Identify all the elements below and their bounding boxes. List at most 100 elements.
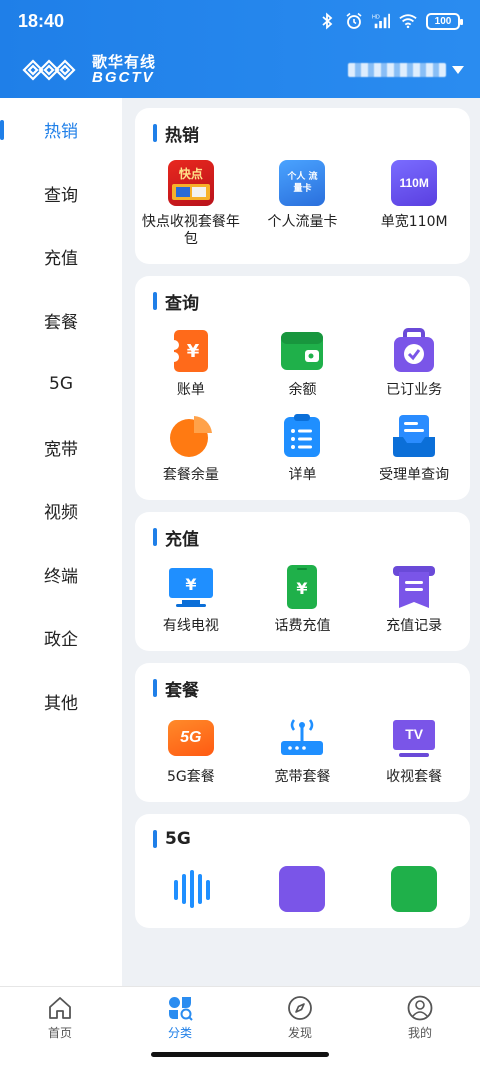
tv-yuan-icon: ¥	[168, 564, 214, 610]
tab-label: 发现	[287, 1026, 312, 1040]
signal-icon: HD	[372, 12, 390, 30]
service-label: 个人流量卡	[267, 214, 338, 230]
service-item[interactable]: 110M 单宽110M	[358, 160, 470, 248]
sidebar-item-video[interactable]: 视频	[0, 479, 122, 543]
service-item[interactable]: 快点 快点收视套餐年包	[135, 160, 247, 248]
section-card-package: 套餐 5G 5G套餐 宽带套餐 TV 收视套餐	[135, 663, 470, 802]
sidebar-item-5g[interactable]: 5G	[0, 352, 122, 416]
sidebar-item-label: 宽带	[44, 439, 78, 460]
service-label: 宽带套餐	[274, 769, 331, 785]
pie-chart-icon	[168, 413, 214, 459]
service-label: 快点收视套餐年包	[141, 214, 240, 247]
service-label: 账单	[176, 382, 205, 398]
service-item[interactable]: 受理单查询	[358, 413, 470, 484]
tab-home[interactable]: 首页	[0, 987, 120, 1066]
sidebar-item-label: 政企	[44, 630, 78, 651]
service-label: 话费充值	[274, 618, 331, 634]
compass-icon	[288, 996, 312, 1020]
subscribed-icon	[391, 328, 437, 374]
sidebar-item-package[interactable]: 套餐	[0, 289, 122, 353]
receipt-icon	[391, 564, 437, 610]
alarm-icon	[345, 12, 363, 30]
5g-icon: 5G	[167, 720, 214, 756]
service-label: 充值记录	[386, 618, 443, 634]
service-label: 余额	[288, 382, 317, 398]
section-title: 查询	[135, 290, 470, 314]
service-label: 套餐余量	[162, 467, 219, 483]
service-item[interactable]: 已订业务	[358, 328, 470, 399]
bluetooth-icon	[318, 12, 336, 30]
sidebar-item-other[interactable]: 其他	[0, 670, 122, 734]
sidebar-item-label: 套餐	[44, 312, 78, 333]
document-tray-icon	[391, 413, 437, 459]
purple-card-icon	[279, 866, 326, 912]
service-item[interactable]: 个人 流量卡 个人流量卡	[247, 160, 359, 248]
sidebar-item-label: 热销	[44, 122, 78, 143]
sidebar-item-recharge[interactable]: 充值	[0, 225, 122, 289]
service-item[interactable]	[135, 866, 247, 912]
tv-icon: TV	[391, 715, 437, 761]
sidebar-item-broadband[interactable]: 宽带	[0, 416, 122, 480]
green-card-icon	[391, 866, 438, 912]
category-content[interactable]: 热销 快点 快点收视套餐年包 个人 流量卡 个人流量卡 110M 单宽110M	[122, 98, 480, 986]
service-item[interactable]: ¥ 话费充值	[247, 564, 359, 635]
wallet-icon	[279, 328, 325, 374]
svg-text:¥: ¥	[185, 575, 196, 594]
section-title: 充值	[135, 526, 470, 550]
section-title: 5G	[135, 828, 470, 850]
status-bar: 18:40 HD 100	[0, 0, 480, 42]
data-card-icon: 个人 流量卡	[279, 160, 326, 206]
broadband-110m-icon: 110M	[391, 160, 438, 206]
sidebar-item-hot[interactable]: 热销	[0, 98, 122, 162]
service-label: 5G套餐	[166, 769, 215, 785]
sidebar-item-terminal[interactable]: 终端	[0, 543, 122, 607]
clipboard-list-icon	[279, 413, 325, 459]
service-label: 受理单查询	[379, 467, 450, 483]
status-time: 18:40	[18, 10, 65, 31]
chevron-down-icon	[452, 66, 464, 74]
service-item[interactable]	[358, 866, 470, 912]
service-item[interactable]: 5G 5G套餐	[135, 715, 247, 786]
tab-label: 我的	[407, 1026, 432, 1040]
battery-indicator: 100	[426, 12, 463, 30]
account-selector[interactable]	[348, 63, 464, 77]
sidebar-item-label: 视频	[44, 503, 78, 524]
home-icon	[49, 997, 71, 1019]
section-card-query: 查询 ¥ 账单 余额 已订业务 套餐余量 详单 受理单查询	[135, 276, 470, 500]
service-item[interactable]: 宽带套餐	[247, 715, 359, 786]
service-item[interactable]: ¥ 有线电视	[135, 564, 247, 635]
kuaidian-package-icon: 快点	[167, 160, 214, 206]
tab-me[interactable]: 我的	[360, 987, 480, 1066]
section-title: 热销	[135, 122, 470, 146]
bill-icon: ¥	[168, 328, 214, 374]
section-card-hot: 热销 快点 快点收视套餐年包 个人 流量卡 个人流量卡 110M 单宽110M	[135, 108, 470, 264]
service-item[interactable]: 余额	[247, 328, 359, 399]
sidebar-item-label: 充值	[44, 249, 78, 270]
service-item[interactable]	[247, 866, 359, 912]
svg-text:¥: ¥	[187, 341, 200, 362]
sidebar-item-query[interactable]: 查询	[0, 162, 122, 226]
brand-logo[interactable]: 歌华有线 BGCTV	[20, 55, 156, 85]
brand-bar: 歌华有线 BGCTV	[0, 42, 480, 98]
service-item[interactable]: 套餐余量	[135, 413, 247, 484]
status-icons: HD 100	[318, 12, 463, 30]
sidebar-item-label: 5G	[49, 373, 73, 394]
masked-account-number	[348, 63, 446, 77]
bgctv-logo-icon	[22, 59, 76, 81]
sidebar-item-enterprise[interactable]: 政企	[0, 606, 122, 670]
signal-bars-icon	[168, 866, 214, 912]
svg-text:HD: HD	[372, 14, 380, 20]
router-icon	[279, 715, 325, 761]
sidebar-item-label: 终端	[44, 566, 78, 587]
service-item[interactable]: ¥ 账单	[135, 328, 247, 399]
wifi-icon	[399, 12, 417, 30]
tab-label: 首页	[47, 1026, 72, 1040]
service-label: 详单	[288, 467, 317, 483]
svg-text:¥: ¥	[297, 579, 308, 598]
phone-yuan-icon: ¥	[279, 564, 325, 610]
section-title: 套餐	[135, 677, 470, 701]
service-item[interactable]: TV 收视套餐	[358, 715, 470, 786]
service-item[interactable]: 充值记录	[358, 564, 470, 635]
service-item[interactable]: 详单	[247, 413, 359, 484]
app-header: 18:40 HD 100 歌华有线 BGCTV	[0, 0, 480, 98]
